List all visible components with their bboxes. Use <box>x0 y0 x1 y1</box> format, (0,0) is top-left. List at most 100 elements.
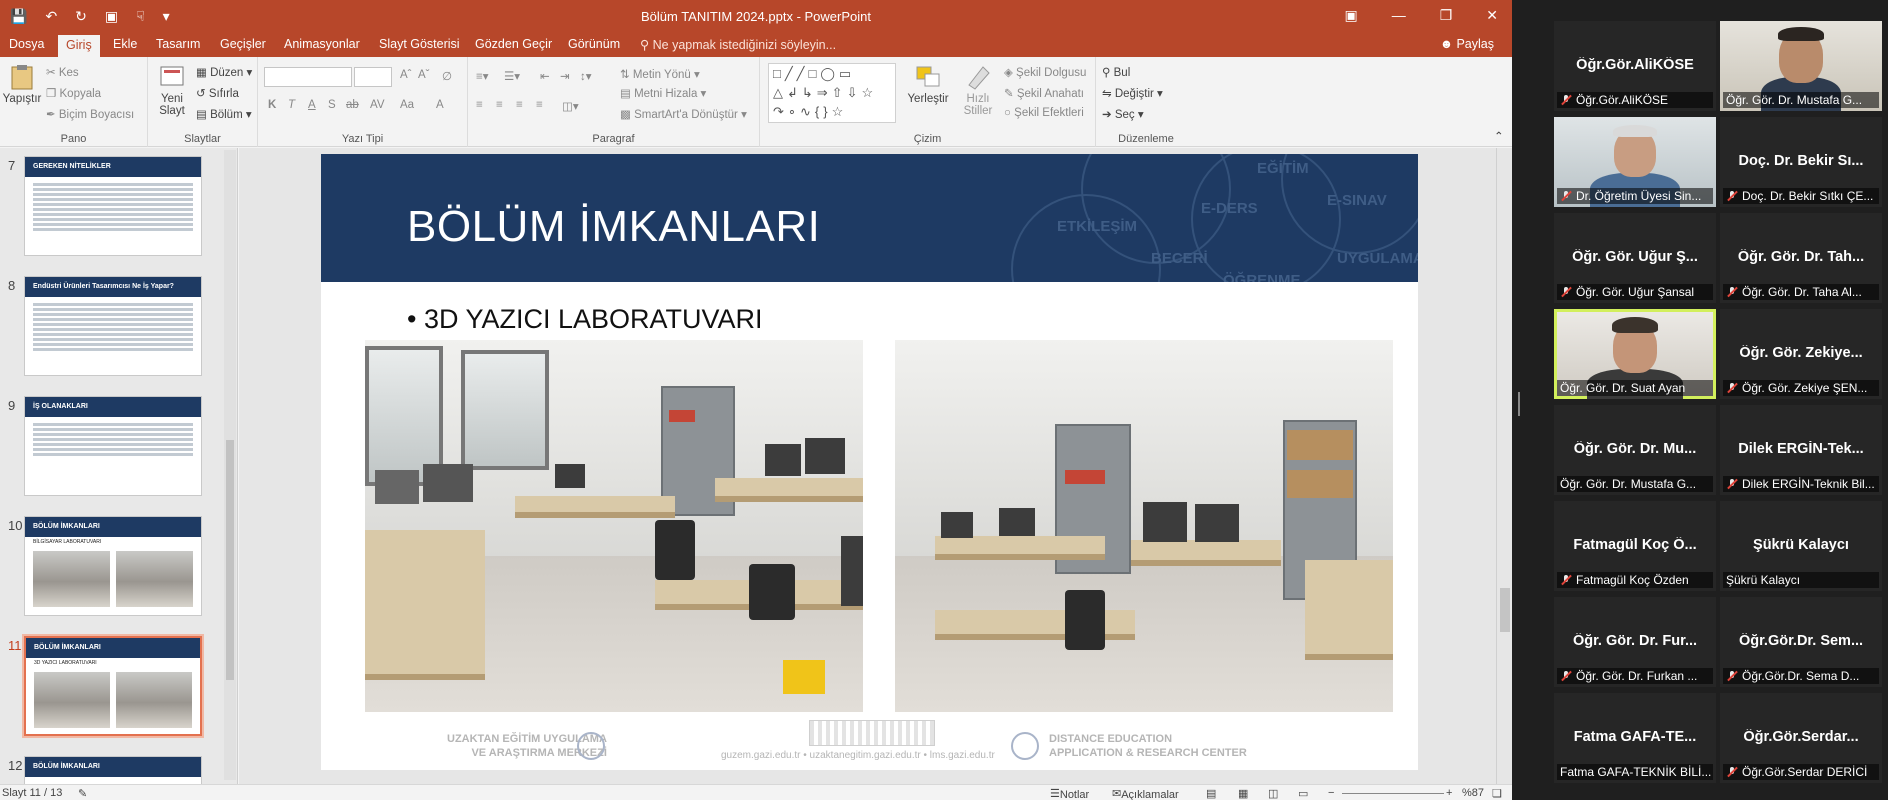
slide-thumbnail[interactable]: GEREKEN NİTELİKLER <box>24 156 202 256</box>
participant-tile[interactable]: Şükrü Kalaycı Şükrü Kalaycı <box>1720 501 1882 591</box>
align-right-button[interactable]: ≡ <box>516 99 523 111</box>
slide-bullet[interactable]: • 3D YAZICI LABORATUVARI <box>407 304 763 335</box>
participant-tile[interactable]: Fatmagül Koç Ö... Fatmagül Koç Özden <box>1554 501 1716 591</box>
notes-button[interactable]: ☰ Notlar <box>1050 787 1089 800</box>
tab-giris[interactable]: Giriş <box>58 35 100 57</box>
replace-button[interactable]: ⇋ Değiştir ▾ <box>1102 86 1163 100</box>
tab-ekle[interactable]: Ekle <box>113 37 137 51</box>
participant-tile[interactable]: Öğr. Gör. Dr. Tah... Öğr. Gör. Dr. Taha … <box>1720 213 1882 303</box>
tab-gecisler[interactable]: Geçişler <box>220 37 266 51</box>
scrollbar-thumb[interactable] <box>226 440 234 680</box>
clear-format-button[interactable]: ∅ <box>442 69 452 83</box>
thumbnails-scrollbar[interactable] <box>224 150 236 780</box>
participant-tile[interactable]: Öğr.Gör.Dr. Sem... Öğr.Gör.Dr. Sema D... <box>1720 597 1882 687</box>
slide-thumbnail[interactable]: Endüstri Ürünleri Tasarımcısı Ne İş Yapa… <box>24 276 202 376</box>
new-slide-button[interactable]: Yeni Slayt <box>152 63 192 117</box>
minimize-button[interactable]: — <box>1392 7 1406 24</box>
participant-tile[interactable]: Öğr.Gör.AliKÖSE Öğr.Gör.AliKÖSE <box>1554 21 1716 111</box>
reset-button[interactable]: ↺ Sıfırla <box>196 86 239 100</box>
participant-tile[interactable]: Fatma GAFA-TE... Fatma GAFA-TEKNİK BİLİ.… <box>1554 693 1716 783</box>
participant-tile[interactable]: Öğr. Gör. Dr. Fur... Öğr. Gör. Dr. Furka… <box>1554 597 1716 687</box>
shape-effects-button[interactable]: ○ Şekil Efektleri <box>1004 107 1084 119</box>
share-button[interactable]: ☻ Paylaş <box>1440 37 1494 51</box>
slide-title[interactable]: BÖLÜM İMKANLARI <box>407 202 820 252</box>
shape-outline-button[interactable]: ✎ Şekil Anahatı <box>1004 86 1084 100</box>
font-name-input[interactable] <box>264 67 352 87</box>
align-left-button[interactable]: ≡ <box>476 99 483 111</box>
ribbon-display-icon[interactable]: ▣ <box>1344 7 1357 24</box>
normal-view-icon[interactable]: ▤ <box>1206 787 1216 800</box>
slide-scrollbar[interactable] <box>1496 148 1512 784</box>
align-text-button[interactable]: ▤ Metni Hizala ▾ <box>620 86 706 100</box>
paste-button[interactable]: Yapıştır <box>2 63 42 105</box>
participant-tile[interactable]: Dilek ERGİN-Tek... Dilek ERGİN-Teknik Bi… <box>1720 405 1882 495</box>
text-direction-button[interactable]: ⇅ Metin Yönü ▾ <box>620 67 700 81</box>
cut-button[interactable]: ✂ Kes <box>46 65 79 79</box>
quick-styles-button[interactable]: Hızlı Stiller <box>956 63 1000 117</box>
numbering-button[interactable]: ☰▾ <box>504 69 520 83</box>
reading-view-icon[interactable]: ◫ <box>1268 787 1278 800</box>
participant-video-tile[interactable]: Öğr. Gör. Dr. Mustafa G... <box>1720 21 1882 111</box>
comments-button[interactable]: ✉ Açıklamalar <box>1112 787 1179 800</box>
lab-photo-right[interactable] <box>895 340 1393 712</box>
fit-slide-icon[interactable]: ❏ <box>1492 787 1502 800</box>
strikethrough-button[interactable]: ab <box>346 99 359 111</box>
columns-button[interactable]: ◫▾ <box>562 99 579 113</box>
layout-button[interactable]: ▦ Düzen ▾ <box>196 65 252 79</box>
tab-slayt-gosterisi[interactable]: Slayt Gösterisi <box>379 37 460 51</box>
slide-thumbnail[interactable]: İŞ OLANAKLARI <box>24 396 202 496</box>
line-spacing-button[interactable]: ↕▾ <box>580 69 592 83</box>
tab-tasarim[interactable]: Tasarım <box>156 37 200 51</box>
shadow-button[interactable]: S <box>328 99 336 111</box>
tab-dosya[interactable]: Dosya <box>9 37 44 51</box>
decrease-indent-button[interactable]: ⇤ <box>540 69 550 83</box>
change-case-button[interactable]: Aa <box>400 99 414 111</box>
select-button[interactable]: ➔ Seç ▾ <box>1102 107 1144 121</box>
find-button[interactable]: ⚲ Bul <box>1102 65 1130 79</box>
tab-gozden-gecir[interactable]: Gözden Geçir <box>475 37 552 51</box>
justify-button[interactable]: ≡ <box>536 99 543 111</box>
current-slide[interactable]: EĞİTİM E-SINAV ETKİLEŞİM E-DERS BECERİ U… <box>321 154 1418 770</box>
shape-fill-button[interactable]: ◈ Şekil Dolgusu <box>1004 65 1086 79</box>
bold-button[interactable]: K <box>268 99 276 111</box>
grow-font-button[interactable]: Aˆ <box>400 69 412 81</box>
spellcheck-icon[interactable]: ✎ <box>78 787 87 800</box>
align-center-button[interactable]: ≡ <box>496 99 503 111</box>
bullets-button[interactable]: ≡▾ <box>476 69 488 83</box>
tab-gorunum[interactable]: Görünüm <box>568 37 620 51</box>
close-button[interactable]: ✕ <box>1486 7 1498 24</box>
tab-animasyonlar[interactable]: Animasyonlar <box>284 37 360 51</box>
lab-photo-left[interactable] <box>365 340 863 712</box>
participant-tile[interactable]: Öğr. Gör. Dr. Mu... Öğr. Gör. Dr. Mustaf… <box>1554 405 1716 495</box>
underline-button[interactable]: A <box>308 99 316 111</box>
slide-thumbnail[interactable]: BÖLÜM İMKANLARI BİLGİSAYAR LABORATUVARI <box>24 516 202 616</box>
arrange-button[interactable]: Yerleştir <box>904 63 952 105</box>
italic-button[interactable]: T <box>288 99 295 111</box>
shrink-font-button[interactable]: Aˇ <box>418 69 430 81</box>
participant-tile[interactable]: Öğr. Gör. Uğur Ş... Öğr. Gör. Uğur Şansa… <box>1554 213 1716 303</box>
zoom-slider[interactable] <box>1342 793 1444 794</box>
zoom-out-button[interactable]: − <box>1328 787 1334 799</box>
restore-button[interactable]: ❐ <box>1440 7 1453 24</box>
increase-indent-button[interactable]: ⇥ <box>560 69 570 83</box>
font-size-input[interactable] <box>354 67 392 87</box>
section-button[interactable]: ▤ Bölüm ▾ <box>196 107 252 121</box>
slide-sorter-icon[interactable]: ▦ <box>1238 787 1248 800</box>
smartart-button[interactable]: ▩ SmartArt'a Dönüştür ▾ <box>620 107 747 121</box>
zoom-level[interactable]: %87 <box>1462 787 1484 799</box>
slide-thumbnail[interactable]: BÖLÜM İMKANLARI <box>24 756 202 786</box>
participant-video-tile[interactable]: Dr. Öğretim Üyesi Sin... <box>1554 117 1716 207</box>
panel-splitter[interactable] <box>1518 392 1520 416</box>
participant-video-tile-active-speaker[interactable]: Öğr. Gör. Dr. Suat Ayan <box>1554 309 1716 399</box>
collapse-ribbon-icon[interactable]: ⌃ <box>1494 129 1504 143</box>
copy-button[interactable]: ❐ Kopyala <box>46 86 101 100</box>
zoom-in-button[interactable]: + <box>1446 787 1452 799</box>
participant-tile[interactable]: Öğr. Gör. Zekiye... Öğr. Gör. Zekiye ŞEN… <box>1720 309 1882 399</box>
scrollbar-thumb[interactable] <box>1500 588 1510 632</box>
participant-tile[interactable]: Doç. Dr. Bekir Sı... Doç. Dr. Bekir Sıtk… <box>1720 117 1882 207</box>
slide-thumbnail-selected[interactable]: BÖLÜM İMKANLARI 3D YAZICI LABORATUVARI <box>24 636 202 736</box>
tell-me-search[interactable]: ⚲ Ne yapmak istediğinizi söyleyin... <box>640 37 836 52</box>
char-spacing-button[interactable]: AV <box>370 99 385 111</box>
font-color-button[interactable]: A <box>436 99 444 111</box>
shapes-gallery[interactable]: □╱╱□◯▭ △↲↳⇒⇧⇩☆ ↷∘∿{}☆ <box>768 63 896 123</box>
